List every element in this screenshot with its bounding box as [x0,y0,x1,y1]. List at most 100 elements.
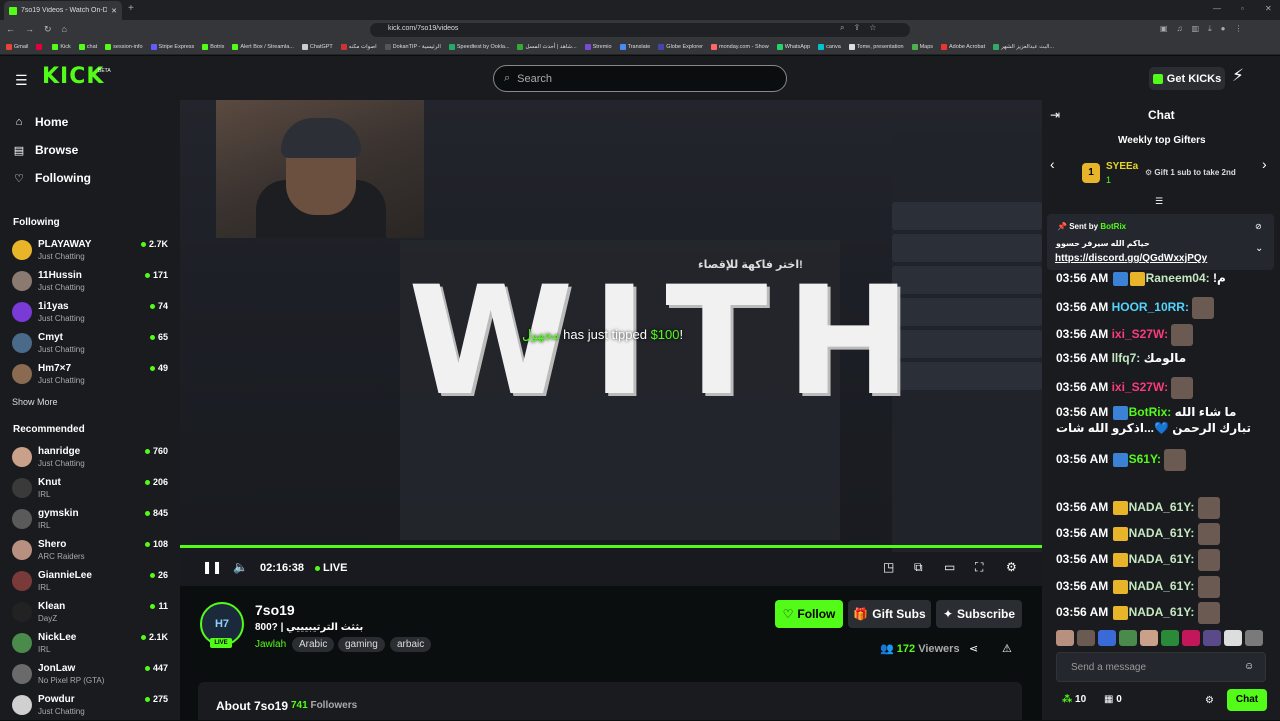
emote-icon[interactable] [1056,630,1074,646]
sidebar-channel-powdur[interactable]: Powdur Just Chatting 275 [12,691,168,721]
message-user[interactable]: NADA_61Y: [1129,552,1195,566]
chat-message[interactable]: 03:56 AM NADA_61Y: [1056,549,1270,571]
bookmark-item[interactable]: Stripe Express [150,44,194,50]
menu-dots-icon[interactable]: ⋮ [1235,24,1243,34]
filter-icon[interactable]: ☰ [1155,196,1163,207]
gift-prompt[interactable]: ⚙ Gift 1 sub to take 2nd [1145,168,1236,177]
video-player[interactable]: اختر فاكهة للإقصاء! WITH مجهول has just … [180,100,1042,586]
message-user[interactable]: llfq7: [1112,351,1141,365]
downloads-icon[interactable]: ⤓ [1208,24,1212,34]
bookmark-item[interactable]: Globe Explorer [658,44,703,50]
bookmark-item[interactable] [36,44,44,50]
chat-message[interactable]: 03:56 AM S61Y: [1056,449,1270,471]
chat-settings-icon[interactable]: ⚙ [1205,695,1214,706]
search-input[interactable]: ⌕ Search [493,65,787,92]
chevron-left-icon[interactable]: ‹ [1050,156,1055,172]
emote-icon[interactable] [1077,630,1095,646]
bookmark-item[interactable]: البث عبدالعزيز الشهر... [993,44,1054,50]
sidebar-channel-nicklee[interactable]: NickLee IRL 2.1K [12,629,168,659]
top-gifter-name[interactable]: SYEEa [1106,161,1138,172]
gift-subs-button[interactable]: 🎁 Gift Subs [848,600,931,628]
pause-icon[interactable]: ❚❚ [202,560,222,574]
sidebar-channel-cmyt[interactable]: Cmyt Just Chatting 65 [12,329,168,359]
message-user[interactable]: ixi_S27W: [1112,327,1168,341]
bookmark-item[interactable]: Maps [911,44,933,50]
chat-message[interactable]: 03:56 AM NADA_61Y: [1056,497,1270,519]
chat-message[interactable]: 03:56 AM NADA_61Y: [1056,523,1270,545]
nav-home[interactable]: ⌂ Home [13,115,69,129]
unpin-icon[interactable]: ⊘ [1255,222,1262,231]
message-user[interactable]: S61Y: [1129,452,1161,466]
chat-message[interactable]: 03:56 AM NADA_61Y: [1056,576,1270,598]
extension-icon[interactable]: ▣ [1160,24,1168,34]
hamburger-menu-icon[interactable]: ☰ [15,72,28,89]
chevron-right-icon[interactable]: › [1262,156,1267,172]
chat-message[interactable]: 03:56 AM NADA_61Y: [1056,602,1270,624]
emote-icon[interactable] [1203,630,1221,646]
bookmark-item[interactable]: Translate [619,44,650,50]
tag-arbaic[interactable]: arbaic [390,637,432,652]
lightning-icon[interactable]: ⚡ [1232,66,1244,86]
sidebar-channel-shero[interactable]: Shero ARC Raiders 108 [12,536,168,566]
sidebar-channel-11hussin[interactable]: 11Hussin Just Chatting 171 [12,267,168,297]
kicks-balance[interactable]: ⁂ 10 [1062,694,1086,705]
message-user[interactable]: HOOR_10RR: [1112,300,1189,314]
show-more-link[interactable]: Show More [12,397,58,407]
chat-message[interactable]: 03:56 AM ixi_S27W: [1056,324,1270,346]
emote-icon[interactable] [1119,630,1137,646]
emote-icon[interactable] [1245,630,1263,646]
nav-following[interactable]: ♡ Following [13,171,91,185]
emote-icon[interactable] [1140,630,1158,646]
message-user[interactable]: NADA_61Y: [1129,605,1195,619]
bookmark-item[interactable]: Speedtest by Ookla... [448,44,509,50]
pinned-discord-link[interactable]: https://discord.gg/QGdWxxjPQy [1055,253,1207,264]
sidebar-channel-gymskin[interactable]: gymskin IRL 845 [12,505,168,535]
bookmark-item[interactable]: اصوات مكنه [340,44,377,50]
close-tab-icon[interactable]: ✕ [111,7,117,15]
chat-message[interactable]: 03:56 AM Raneem04: !م [1056,270,1270,286]
bookmark-item[interactable]: Kick [52,44,71,50]
bookmark-item[interactable]: Alert Box / Streamla... [232,44,294,50]
emote-icon[interactable] [1224,630,1242,646]
message-user[interactable]: NADA_61Y: [1129,526,1195,540]
media-icon[interactable]: ♫ [1177,24,1183,34]
back-icon[interactable]: ← [6,24,15,35]
clip-icon[interactable]: ⧉ [914,560,923,575]
share-icon[interactable]: ⋖ [969,642,978,655]
sidebar-icon[interactable]: ▥ [1192,24,1200,34]
chat-message[interactable]: 03:56 AM BotRix: ما شاء الله تبارك الرحم… [1056,404,1270,436]
browser-tab[interactable]: 7so19 Videos - Watch On-De... ✕ [4,1,122,20]
stream-category[interactable]: Jawlah [255,639,286,650]
kick-logo[interactable]: KICK [42,64,104,89]
sidebar-channel-playaway[interactable]: PLAYAWAY Just Chatting 2.7K [12,236,168,266]
fullscreen-icon[interactable]: ⛶ [975,560,983,575]
message-user[interactable]: ixi_S27W: [1112,380,1168,394]
star-icon[interactable]: ☆ [869,23,876,33]
home-browser-icon[interactable]: ⌂ [62,24,67,35]
zoom-icon[interactable]: ⌕ [840,23,844,33]
bookmark-item[interactable]: ChatGPT [301,44,333,50]
restore-icon[interactable]: ▫ [1241,4,1244,13]
settings-gear-icon[interactable]: ⚙ [1006,560,1017,574]
volume-icon[interactable]: 🔈 [233,560,248,574]
message-user[interactable]: NADA_61Y: [1129,500,1195,514]
emote-icon[interactable] [1098,630,1116,646]
bookmark-item[interactable]: Gmail [6,44,28,50]
profile-icon[interactable]: ● [1221,24,1226,34]
url-field[interactable]: kick.com/7so19/videos [370,23,910,37]
bookmark-item[interactable]: monday.com - Show [710,44,769,50]
message-user[interactable]: BotRix: [1129,405,1172,419]
chat-message[interactable]: 03:56 AM llfq7: مالومك [1056,350,1270,366]
share-page-icon[interactable]: ⇪ [853,23,860,33]
chat-message[interactable]: 03:56 AM HOOR_10RR: [1056,297,1270,319]
tag-arabic[interactable]: Arabic [292,637,335,652]
chat-message[interactable]: 03:56 AM ixi_S27W: [1056,377,1270,399]
reload-icon[interactable]: ↻ [44,24,52,35]
subs-balance[interactable]: ▦ 0 [1104,694,1122,705]
emote-icon[interactable] [1182,630,1200,646]
bookmark-item[interactable]: Tome, presentation [848,44,904,50]
sidebar-channel-knut[interactable]: Knut IRL 206 [12,474,168,504]
pip-icon[interactable]: ◳ [883,560,894,574]
chat-send-button[interactable]: Chat [1227,689,1267,711]
minimize-icon[interactable]: — [1213,4,1221,13]
